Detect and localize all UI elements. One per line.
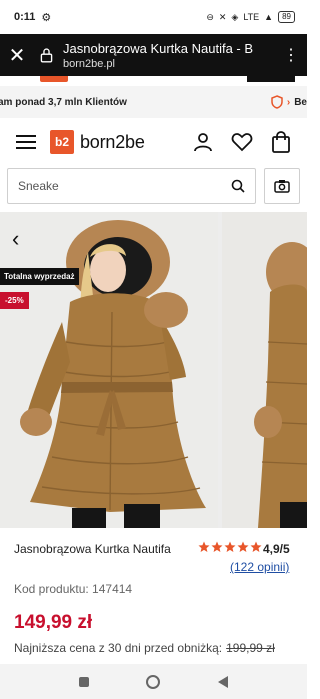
- rating-value: 4,9/5: [263, 542, 290, 556]
- camera-icon: [274, 180, 290, 193]
- account-icon[interactable]: [193, 132, 213, 152]
- system-nav-bar: [0, 664, 307, 699]
- star-icon: [224, 541, 236, 552]
- status-bar: 0:11 ⚙ ⊖ ✕ ◈ LTE ▲ 89: [0, 0, 307, 34]
- more-menu-icon[interactable]: ⋮: [283, 45, 299, 65]
- lock-icon[interactable]: [38, 46, 55, 64]
- star-icon: [250, 541, 262, 552]
- star-icon: [237, 541, 249, 552]
- search-box: [7, 168, 256, 204]
- star-icon: [198, 541, 210, 552]
- lowest-price-info: Najniższa cena z 30 dni przed obniżką: 19…: [14, 641, 275, 655]
- discount-badge: -25%: [0, 292, 29, 309]
- mute-icon: ✕: [218, 11, 227, 22]
- logo-text[interactable]: born2be: [80, 132, 145, 153]
- link-icon: ⊖: [206, 11, 214, 22]
- product-name: Jasnobrązowa Kurtka Nautifa: [14, 542, 171, 556]
- product-photo-main[interactable]: [0, 212, 218, 528]
- network-label: LTE: [243, 12, 260, 22]
- clipped-banner: [0, 76, 307, 86]
- status-time: 0:11: [14, 11, 36, 23]
- gallery-back-arrow[interactable]: ‹: [12, 226, 19, 252]
- model-coat-image-side: [254, 242, 307, 528]
- visual-search-button[interactable]: [264, 168, 300, 204]
- home-icon[interactable]: [145, 674, 161, 690]
- shield-icon: [271, 95, 283, 109]
- search-icon[interactable]: [231, 179, 245, 193]
- browser-url[interactable]: born2be.pl: [63, 58, 283, 70]
- promo-customers-text: am ponad 3,7 mln Klientów: [0, 96, 127, 108]
- model-coat-image: [20, 220, 206, 528]
- rating-stars[interactable]: [198, 541, 262, 553]
- cart-icon[interactable]: [271, 131, 291, 153]
- chevron-right-icon: ›: [286, 96, 291, 108]
- product-gallery[interactable]: ‹ Totalna wyprzedaż -25%: [0, 212, 307, 528]
- reviews-link[interactable]: (122 opinii): [230, 560, 289, 574]
- close-icon[interactable]: ✕: [0, 43, 34, 68]
- wifi-icon: ◈: [231, 11, 239, 22]
- promo-bar: am ponad 3,7 mln Klientów › Be: [0, 86, 307, 118]
- product-photo-next[interactable]: [222, 212, 307, 528]
- back-icon[interactable]: [217, 675, 229, 689]
- browser-toolbar: ✕ Jasnobrązowa Kurtka Nautifa - B born2b…: [0, 34, 307, 76]
- promo-right-text: Be: [294, 96, 307, 108]
- product-code: Kod produktu: 147414: [14, 582, 133, 596]
- product-price: 149,99 zł: [14, 612, 93, 633]
- lowest-price-label: Najniższa cena z 30 dni przed obniżką:: [14, 641, 223, 655]
- signal-icon: ▲: [264, 12, 274, 22]
- sale-badge: Totalna wyprzedaż: [0, 268, 79, 285]
- logo-mark[interactable]: b2: [50, 130, 74, 154]
- old-price: 199,99 zł: [226, 641, 275, 655]
- heart-icon[interactable]: [231, 132, 253, 152]
- search-input[interactable]: [18, 179, 218, 193]
- star-icon: [211, 541, 223, 552]
- battery-icon: 89: [278, 11, 295, 23]
- browser-title: Jasnobrązowa Kurtka Nautifa - B: [63, 40, 254, 56]
- settings-icon: ⚙: [41, 11, 52, 24]
- recents-icon[interactable]: [78, 676, 90, 688]
- site-header: b2 born2be: [0, 118, 307, 166]
- menu-icon[interactable]: [16, 131, 36, 153]
